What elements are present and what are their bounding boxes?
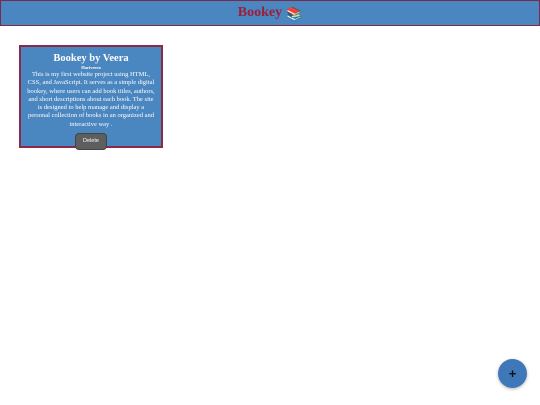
book-title: Bookey by Veera: [53, 53, 129, 64]
book-card: Bookey by Veera Hariveera This is my fir…: [19, 45, 163, 151]
app-header: Bookey 📚: [0, 0, 540, 26]
delete-button[interactable]: Delete: [75, 133, 107, 151]
books-icon: 📚: [286, 5, 303, 21]
app-title: Bookey: [237, 5, 283, 20]
book-description: This is my first website project using H…: [27, 71, 155, 128]
add-book-button[interactable]: +: [498, 359, 527, 388]
plus-icon: +: [508, 366, 517, 381]
